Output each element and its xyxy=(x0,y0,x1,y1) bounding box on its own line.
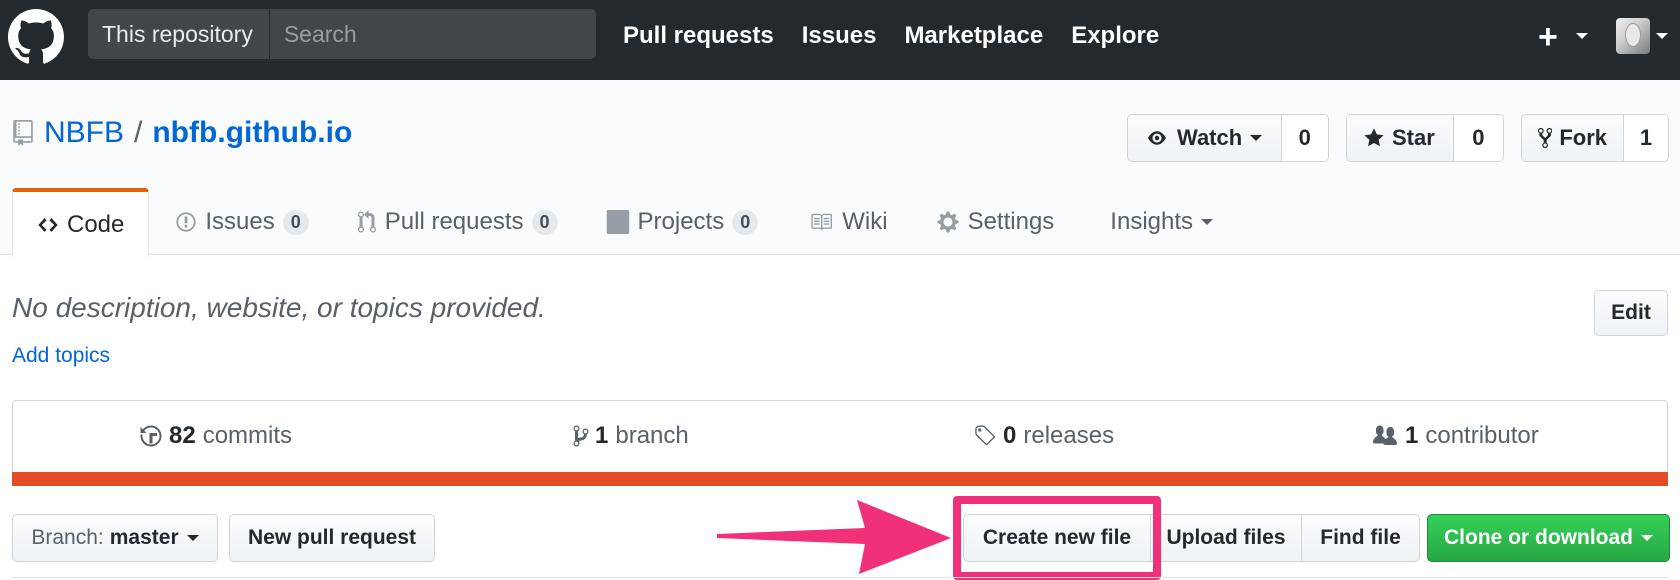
gear-icon xyxy=(937,211,959,233)
tab-issues[interactable]: Issues 0 xyxy=(153,188,330,256)
divider xyxy=(12,577,1668,578)
branches-link[interactable]: 1 branch xyxy=(573,419,689,453)
nav-explore[interactable]: Explore xyxy=(1071,22,1159,50)
chevron-down-icon xyxy=(1201,219,1214,225)
star-button-group: Star 0 xyxy=(1346,114,1504,162)
branch-select-button[interactable]: Branch: master xyxy=(12,514,218,562)
nav-marketplace[interactable]: Marketplace xyxy=(904,22,1043,50)
tab-label: Code xyxy=(67,210,125,238)
repo-nav-tabs: Code Issues 0 Pull requests 0 Projects 0… xyxy=(12,188,1235,257)
branch-label: branch xyxy=(615,422,689,449)
global-nav: Pull requests Issues Marketplace Explore xyxy=(623,0,1187,72)
chevron-down-icon xyxy=(1641,535,1653,541)
contributor-count: 1 xyxy=(1405,422,1419,449)
tab-label: Pull requests xyxy=(384,208,524,235)
create-new-menu-button[interactable]: + xyxy=(1538,20,1558,54)
contributor-label: contributor xyxy=(1425,422,1539,449)
tab-label: Insights xyxy=(1110,208,1194,235)
tab-insights[interactable]: Insights xyxy=(1088,188,1235,256)
releases-count: 0 xyxy=(1003,422,1017,449)
issues-counter: 0 xyxy=(282,209,309,235)
repository-header: NBFB / nbfb.github.io Watch 0 Star 0 For… xyxy=(0,80,1680,257)
pull-request-icon xyxy=(357,210,376,233)
add-topics-link[interactable]: Add topics xyxy=(12,344,110,368)
global-header: This repository Pull requests Issues Mar… xyxy=(0,0,1680,80)
tab-settings[interactable]: Settings xyxy=(914,188,1077,256)
history-icon xyxy=(140,425,162,447)
tab-label: Wiki xyxy=(842,208,888,235)
chevron-down-icon xyxy=(1250,135,1263,141)
language-bar[interactable] xyxy=(12,472,1668,486)
chevron-down-icon xyxy=(1576,33,1588,39)
repo-icon xyxy=(13,120,33,146)
clone-or-download-button[interactable]: Clone or download xyxy=(1427,514,1670,562)
annotation-highlight-box xyxy=(953,496,1161,580)
numbers-summary: 82 commits 1 branch 0 releases 1 contrib… xyxy=(12,400,1668,486)
code-icon xyxy=(38,217,58,232)
find-file-button[interactable]: Find file xyxy=(1301,514,1420,562)
commits-count: 82 xyxy=(169,422,196,449)
book-icon xyxy=(811,213,833,231)
people-icon xyxy=(1373,425,1397,445)
watch-count[interactable]: 0 xyxy=(1281,115,1328,161)
tab-label: Projects xyxy=(637,208,725,235)
nav-pull-requests[interactable]: Pull requests xyxy=(623,22,774,50)
path-separator: / xyxy=(134,116,143,149)
repo-description: No description, website, or topics provi… xyxy=(12,292,546,323)
new-pull-request-button[interactable]: New pull request xyxy=(229,514,435,562)
tab-code[interactable]: Code xyxy=(12,188,150,257)
upload-files-button[interactable]: Upload files xyxy=(1150,514,1302,562)
fork-button-group: Fork 1 xyxy=(1521,114,1669,162)
search-input[interactable] xyxy=(269,9,596,59)
watch-label: Watch xyxy=(1177,125,1243,150)
watch-button[interactable]: Watch xyxy=(1128,115,1282,161)
nav-issues[interactable]: Issues xyxy=(802,22,877,50)
commits-label: commits xyxy=(202,422,293,449)
repo-name-link[interactable]: nbfb.github.io xyxy=(152,116,352,150)
commits-link[interactable]: 82 commits xyxy=(139,419,292,453)
chevron-down-icon xyxy=(1656,33,1668,39)
annotation-arrow-icon xyxy=(717,500,951,574)
branch-icon xyxy=(573,425,589,447)
fork-label: Fork xyxy=(1559,125,1607,150)
star-button[interactable]: Star xyxy=(1347,115,1454,161)
star-icon xyxy=(1364,128,1384,147)
contributors-link[interactable]: 1 contributor xyxy=(1371,419,1539,453)
projects-counter: 0 xyxy=(732,209,759,235)
edit-description-button[interactable]: Edit xyxy=(1594,290,1668,336)
search-scope-label[interactable]: This repository xyxy=(88,9,270,59)
releases-link[interactable]: 0 releases xyxy=(973,419,1114,453)
watch-button-group: Watch 0 xyxy=(1127,114,1329,162)
github-logo-icon[interactable] xyxy=(8,9,64,65)
star-label: Star xyxy=(1392,125,1435,150)
eye-icon xyxy=(1148,131,1166,145)
tab-pull-requests[interactable]: Pull requests 0 xyxy=(335,188,580,256)
branch-prefix: Branch: xyxy=(31,526,104,549)
issue-icon xyxy=(176,212,196,232)
star-count[interactable]: 0 xyxy=(1453,115,1503,161)
tab-label: Settings xyxy=(967,208,1055,235)
tag-icon xyxy=(975,425,995,446)
fork-button[interactable]: Fork xyxy=(1522,115,1624,161)
clone-label: Clone or download xyxy=(1444,526,1633,549)
fork-icon xyxy=(1538,127,1553,149)
chevron-down-icon xyxy=(186,535,199,541)
tab-wiki[interactable]: Wiki xyxy=(786,188,909,256)
releases-label: releases xyxy=(1023,422,1115,449)
project-icon xyxy=(606,210,629,234)
fork-count[interactable]: 1 xyxy=(1624,115,1668,161)
branch-count: 1 xyxy=(595,422,609,449)
repo-title: NBFB / nbfb.github.io xyxy=(12,116,352,150)
search-box: This repository xyxy=(88,9,596,59)
user-avatar[interactable] xyxy=(1616,18,1650,54)
branch-name: master xyxy=(109,526,179,549)
tab-label: Issues xyxy=(205,208,275,235)
tab-projects[interactable]: Projects 0 xyxy=(584,188,781,256)
repo-owner-link[interactable]: NBFB xyxy=(44,116,124,150)
pull-requests-counter: 0 xyxy=(531,209,558,235)
